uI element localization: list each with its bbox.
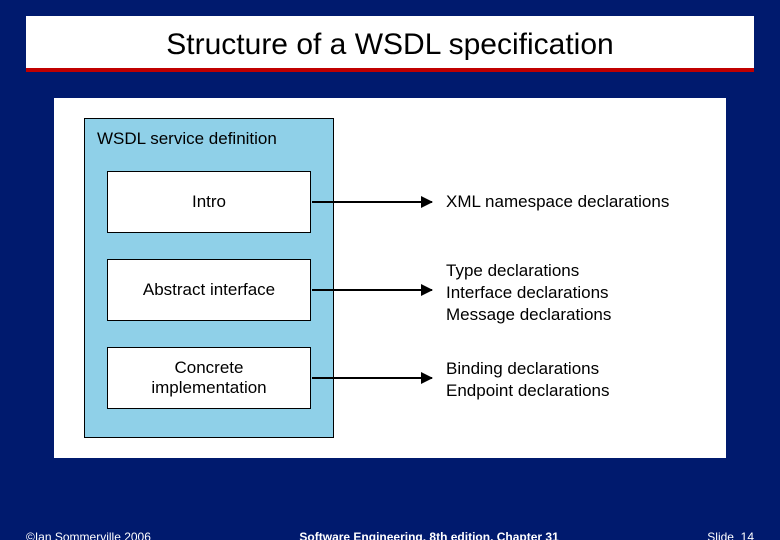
slide-title: Structure of a WSDL specification (26, 28, 754, 62)
footer-slide-label: Slide (707, 530, 734, 540)
box-abstract-label: Abstract interface (143, 280, 275, 300)
footer-slide: Slide 14 (707, 530, 754, 540)
arrow-intro (312, 201, 432, 203)
box-concrete-label: Concrete implementation (151, 358, 266, 399)
desc-intro: XML namespace declarations (446, 191, 669, 213)
box-intro: Intro (107, 171, 311, 233)
diagram-canvas: WSDL service definition Intro Abstract i… (54, 98, 726, 458)
footer-center: Software Engineering, 8th edition. Chapt… (151, 530, 707, 540)
box-concrete-implementation: Concrete implementation (107, 347, 311, 409)
wsdl-container-label: WSDL service definition (85, 119, 333, 157)
desc-abstract: Type declarations Interface declarations… (446, 260, 611, 326)
footer-slide-number: 14 (741, 530, 754, 540)
box-intro-label: Intro (192, 192, 226, 212)
desc-concrete: Binding declarations Endpoint declaratio… (446, 358, 610, 402)
wsdl-container-box: WSDL service definition Intro Abstract i… (84, 118, 334, 438)
footer: ©Ian Sommerville 2006 Software Engineeri… (0, 530, 780, 540)
title-area: Structure of a WSDL specification (26, 16, 754, 68)
title-underline (26, 68, 754, 72)
arrow-abstract (312, 289, 432, 291)
footer-copyright: ©Ian Sommerville 2006 (26, 530, 151, 540)
box-abstract-interface: Abstract interface (107, 259, 311, 321)
arrow-concrete (312, 377, 432, 379)
